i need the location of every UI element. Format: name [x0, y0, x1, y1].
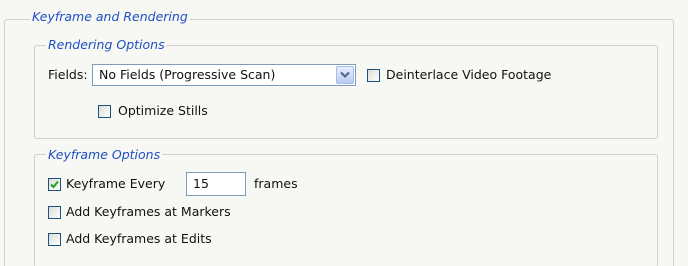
optimize-stills-label: Optimize Stills: [118, 103, 208, 118]
deinterlace-checkbox[interactable]: [367, 69, 380, 82]
keyframe-interval-value: 15: [193, 176, 209, 191]
rendering-options-group: [34, 45, 658, 139]
keyframe-interval-input[interactable]: 15: [186, 172, 246, 196]
chevron-down-icon: [340, 71, 350, 78]
add-keyframes-edits-label: Add Keyframes at Edits: [66, 231, 212, 246]
optimize-stills-checkbox[interactable]: [98, 105, 111, 118]
keyframe-options-legend: Keyframe Options: [46, 147, 163, 163]
rendering-options-legend: Rendering Options: [46, 37, 167, 53]
frames-label: frames: [254, 176, 298, 191]
add-keyframes-markers-checkbox[interactable]: [48, 206, 61, 219]
keyframe-every-checkbox[interactable]: [48, 178, 61, 191]
panel-title: Keyframe and Rendering: [30, 9, 190, 25]
checkmark-icon: [50, 180, 59, 189]
fields-select[interactable]: No Fields (Progressive Scan): [92, 64, 356, 86]
keyframe-every-label: Keyframe Every: [66, 176, 166, 191]
add-keyframes-markers-label: Add Keyframes at Markers: [66, 204, 231, 219]
deinterlace-label: Deinterlace Video Footage: [386, 67, 552, 82]
fields-select-value: No Fields (Progressive Scan): [99, 67, 276, 82]
keyframe-rendering-panel: Keyframe and Rendering Rendering Options…: [0, 0, 688, 266]
add-keyframes-edits-checkbox[interactable]: [48, 233, 61, 246]
fields-label: Fields:: [48, 67, 88, 82]
fields-dropdown-button[interactable]: [336, 66, 354, 84]
